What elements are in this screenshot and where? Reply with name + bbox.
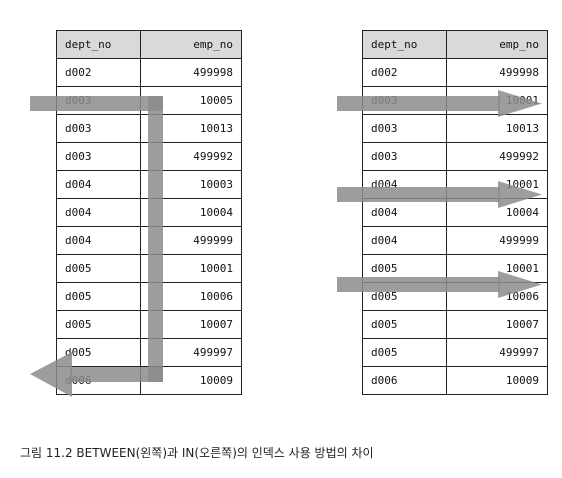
emp-no-cell: 499998 — [140, 58, 242, 87]
dept-no-cell: d005 — [362, 338, 447, 367]
table-row: d004 499999 — [362, 226, 548, 255]
table-row: d005 10007 — [56, 310, 242, 339]
table-row: d004 10004 — [362, 198, 548, 227]
dept-no-cell: d005 — [362, 282, 447, 311]
emp-no-cell: 10006 — [140, 282, 242, 311]
table-row: d004 10004 — [56, 198, 242, 227]
table-row: d005 10006 — [362, 282, 548, 311]
right-index-table: dept_no emp_no d002 499998 d003 10001 d003 10… — [362, 30, 548, 395]
emp-no-cell: 499998 — [446, 58, 548, 87]
table-row: d005 499997 — [56, 338, 242, 367]
dept-no-cell: d005 — [362, 254, 447, 283]
dept-no-cell: d003 — [56, 114, 141, 143]
table-row: d004 10001 — [362, 170, 548, 199]
table-row: d003 10005 — [56, 86, 242, 115]
emp-no-cell: 499992 — [140, 142, 242, 171]
dept-no-cell: d003 — [362, 142, 447, 171]
dept-no-cell: d006 — [362, 366, 447, 395]
emp-no-cell: 10004 — [140, 198, 242, 227]
table-row: d006 10009 — [362, 366, 548, 395]
emp-no-cell: 10001 — [446, 254, 548, 283]
emp-no-cell: 10007 — [446, 310, 548, 339]
emp-no-cell: 10004 — [446, 198, 548, 227]
column-header-emp-no: emp_no — [140, 30, 242, 59]
dept-no-cell: d002 — [56, 58, 141, 87]
column-header-dept-no: dept_no — [362, 30, 447, 59]
emp-no-cell: 10013 — [140, 114, 242, 143]
dept-no-cell: d003 — [56, 142, 141, 171]
emp-no-cell: 10005 — [140, 86, 242, 115]
dept-no-cell: d005 — [56, 254, 141, 283]
emp-no-cell: 499999 — [140, 226, 242, 255]
emp-no-cell: 10001 — [446, 86, 548, 115]
table-row: d005 499997 — [362, 338, 548, 367]
table-row: d005 10001 — [56, 254, 242, 283]
table-row: d003 499992 — [56, 142, 242, 171]
dept-no-cell: d004 — [362, 198, 447, 227]
dept-no-cell: d005 — [56, 310, 141, 339]
dept-no-cell: d002 — [362, 58, 447, 87]
table-row: d003 10013 — [56, 114, 242, 143]
dept-no-cell: d003 — [56, 86, 141, 115]
left-index-table: dept_no emp_no d002 499998 d003 10005 d003 10… — [56, 30, 242, 395]
table-row: d003 10001 — [362, 86, 548, 115]
table-row: d003 10013 — [362, 114, 548, 143]
table-header-row: dept_no emp_no — [362, 30, 548, 59]
emp-no-cell: 499999 — [446, 226, 548, 255]
dept-no-cell: d006 — [56, 366, 141, 395]
emp-no-cell: 499997 — [140, 338, 242, 367]
emp-no-cell: 10007 — [140, 310, 242, 339]
column-header-emp-no: emp_no — [446, 30, 548, 59]
dept-no-cell: d005 — [56, 338, 141, 367]
emp-no-cell: 10013 — [446, 114, 548, 143]
right-table-body: d002 499998 d003 10001 d003 10013 d003 499992 d0… — [362, 58, 548, 395]
table-row: d003 499992 — [362, 142, 548, 171]
table-row: d006 10009 — [56, 366, 242, 395]
emp-no-cell: 10009 — [446, 366, 548, 395]
dept-no-cell: d003 — [362, 114, 447, 143]
dept-no-cell: d004 — [362, 170, 447, 199]
emp-no-cell: 10006 — [446, 282, 548, 311]
figure-caption: 그림 11.2 BETWEEN(왼쪽)과 IN(오른쪽)의 인덱스 사용 방법의… — [20, 446, 374, 460]
left-table-body: d002 499998 d003 10005 d003 10013 d003 499992 d0… — [56, 58, 242, 395]
emp-no-cell: 10001 — [140, 254, 242, 283]
table-row: d002 499998 — [362, 58, 548, 87]
dept-no-cell: d005 — [56, 282, 141, 311]
table-row: d004 10003 — [56, 170, 242, 199]
table-row: d005 10006 — [56, 282, 242, 311]
table-row: d005 10001 — [362, 254, 548, 283]
table-row: d004 499999 — [56, 226, 242, 255]
dept-no-cell: d004 — [56, 226, 141, 255]
column-header-dept-no: dept_no — [56, 30, 141, 59]
dept-no-cell: d005 — [362, 310, 447, 339]
table-row: d002 499998 — [56, 58, 242, 87]
emp-no-cell: 10001 — [446, 170, 548, 199]
dept-no-cell: d004 — [56, 170, 141, 199]
dept-no-cell: d004 — [362, 226, 447, 255]
emp-no-cell: 10009 — [140, 366, 242, 395]
table-row: d005 10007 — [362, 310, 548, 339]
emp-no-cell: 499997 — [446, 338, 548, 367]
emp-no-cell: 499992 — [446, 142, 548, 171]
table-header-row: dept_no emp_no — [56, 30, 242, 59]
emp-no-cell: 10003 — [140, 170, 242, 199]
dept-no-cell: d004 — [56, 198, 141, 227]
dept-no-cell: d003 — [362, 86, 447, 115]
